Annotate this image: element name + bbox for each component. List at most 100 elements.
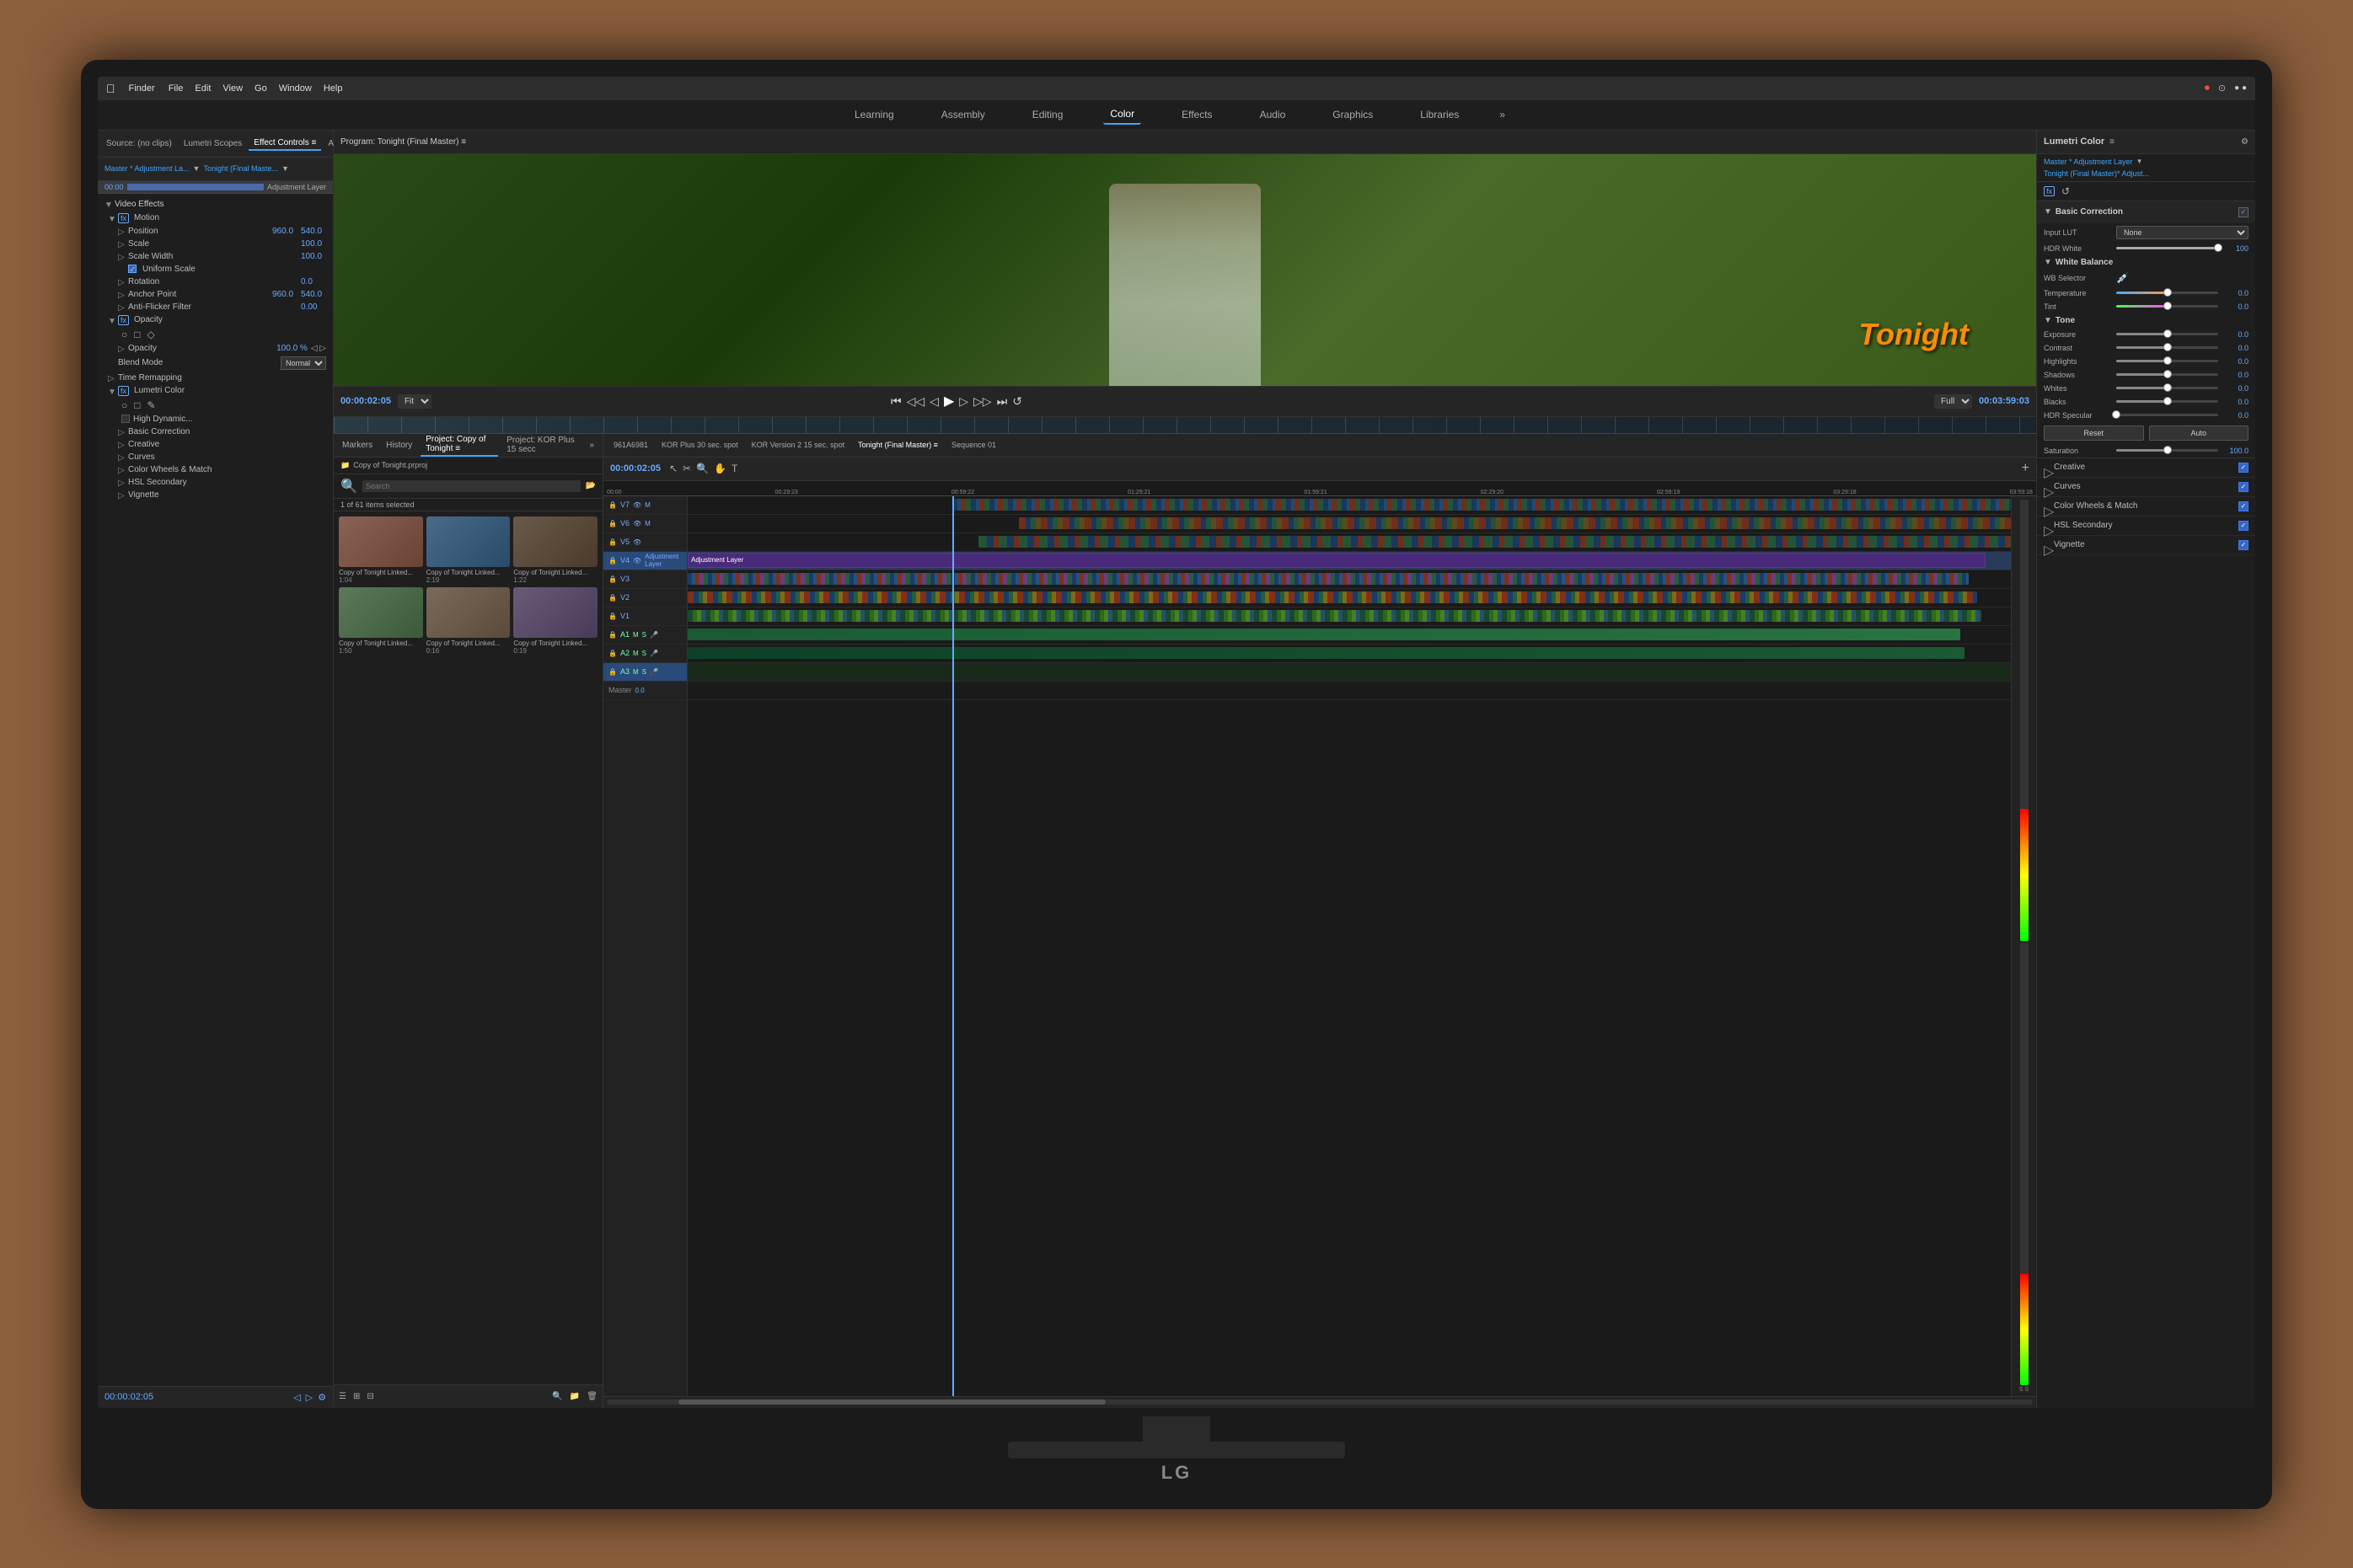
tab-graphics[interactable]: Graphics (1326, 105, 1380, 124)
v5-eye[interactable]: 👁 (633, 538, 641, 546)
hdr-specular-slider[interactable] (2116, 414, 2218, 416)
pm-quality-select[interactable]: Full (1934, 394, 1972, 409)
ec-vig-tri[interactable]: ▷ (118, 491, 125, 498)
high-dynamic-checkbox[interactable] (121, 415, 130, 423)
v6-mute[interactable]: M (645, 520, 651, 527)
uniform-scale-checkbox[interactable]: ✓ (128, 265, 137, 273)
menu-view[interactable]: View (222, 83, 243, 94)
tl-scroll-track[interactable] (607, 1399, 2033, 1405)
shadows-slider[interactable] (2116, 373, 2218, 376)
thumb-item-3[interactable]: Copy of Tonight Linked... 1:22 (513, 516, 598, 584)
position-val1[interactable]: 960.0 (272, 227, 297, 236)
lumetri-menu-icon[interactable]: ≡ (2109, 137, 2114, 147)
hsl-section[interactable]: ▷ HSL Secondary (2037, 516, 2255, 536)
lc-sequence-label[interactable]: Tonight (Final Master)* Adjust... (2044, 169, 2149, 178)
curves-enabled[interactable] (2238, 482, 2248, 492)
v3-lock[interactable]: 🔒 (608, 575, 617, 583)
highlights-thumb[interactable] (2163, 356, 2172, 365)
a2-mute[interactable]: M (633, 650, 639, 657)
tab-audio[interactable]: Audio (1253, 105, 1293, 124)
hsl-enabled[interactable] (2238, 521, 2248, 531)
hdr-specular-thumb[interactable] (2112, 410, 2120, 419)
proj-new-bin[interactable]: 🔍 (552, 1392, 562, 1401)
adjustment-layer-clip[interactable]: Adjustment Layer (688, 553, 1986, 568)
proj-grid-icon[interactable]: ⊞ (353, 1392, 360, 1401)
ve-collapse-icon[interactable]: ▼ (105, 201, 111, 207)
cw-enabled[interactable] (2238, 501, 2248, 511)
creative-section[interactable]: ▷ Creative (2037, 458, 2255, 478)
menu-help[interactable]: Help (324, 83, 343, 94)
project-filename[interactable]: Copy of Tonight.prproj (353, 461, 427, 469)
bc-enabled-checkbox[interactable]: ✓ (2238, 207, 2248, 217)
blacks-slider[interactable] (2116, 400, 2218, 403)
ec-next-icon[interactable]: ▷ (306, 1392, 313, 1403)
shadows-thumb[interactable] (2163, 370, 2172, 378)
a1-mic[interactable]: 🎤 (650, 631, 658, 639)
v1-lock[interactable]: 🔒 (608, 613, 617, 620)
tl-tab-tonight[interactable]: Tonight (Final Master) ≡ (853, 439, 943, 451)
temperature-thumb[interactable] (2163, 288, 2172, 297)
tab-color[interactable]: Color (1103, 104, 1141, 125)
project-folder-icon[interactable]: 📂 (586, 481, 596, 490)
menu-file[interactable]: File (169, 83, 184, 94)
v2-lock[interactable]: 🔒 (608, 594, 617, 602)
contrast-slider[interactable] (2116, 346, 2218, 349)
ec-settings-icon[interactable]: ⚙ (318, 1392, 326, 1403)
project-search-input[interactable] (362, 480, 581, 492)
tr-tri[interactable]: ▷ (108, 374, 115, 381)
a2-solo[interactable]: S (642, 650, 646, 657)
proj-list-icon[interactable]: ☰ (339, 1392, 346, 1401)
tl-razor-tool[interactable]: ✂ (683, 463, 691, 474)
wb-eyedropper-icon[interactable]: 💉 (2116, 272, 2129, 284)
vignette-section[interactable]: ▷ Vignette (2037, 536, 2255, 555)
thumb-item-4[interactable]: Copy of Tonight Linked... 1:50 (339, 587, 423, 655)
loop-btn[interactable]: ↺ (1012, 394, 1022, 409)
thumb-item-6[interactable]: Copy of Tonight Linked... 0:19 (513, 587, 598, 655)
tab-effects[interactable]: Effects (1175, 105, 1219, 124)
v4-lock[interactable]: 🔒 (608, 557, 617, 565)
input-lut-select[interactable]: None (2116, 226, 2248, 239)
position-val2[interactable]: 540.0 (301, 227, 326, 236)
scale-width-val[interactable]: 100.0 (301, 252, 326, 261)
anchor-point-val2[interactable]: 540.0 (301, 290, 326, 299)
hdr-white-thumb[interactable] (2214, 243, 2222, 252)
lumetri-settings-icon[interactable]: ⚙ (2241, 137, 2248, 147)
v4-eye[interactable]: 👁 (633, 557, 641, 565)
tab-lumetri-scopes[interactable]: Lumetri Scopes (179, 137, 247, 150)
tl-tab-kor15[interactable]: KOR Version 2 15 sec. spot (747, 439, 850, 451)
vignette-enabled[interactable] (2238, 540, 2248, 550)
color-wheels-section[interactable]: ▷ Color Wheels & Match (2037, 497, 2255, 516)
basic-correction-header[interactable]: ▼ Basic Correction ✓ (2037, 201, 2255, 223)
tab-project-copy[interactable]: Project: Copy of Tonight ≡ (421, 433, 498, 457)
thumb-item-2[interactable]: Copy of Tonight Linked... 2:19 (426, 516, 511, 584)
v7-lock[interactable]: 🔒 (608, 501, 617, 509)
whites-thumb[interactable] (2163, 383, 2172, 392)
ec-cr-tri[interactable]: ▷ (118, 441, 125, 447)
tab-project-kor[interactable]: Project: KOR Plus 15 secc (501, 434, 581, 456)
tl-tab-seq01[interactable]: Sequence 01 (946, 439, 1001, 451)
play-btn[interactable]: ▶ (944, 393, 954, 409)
lc-master-label[interactable]: Master * Adjustment Layer (2044, 158, 2133, 166)
tl-add-track[interactable]: + (2022, 461, 2029, 476)
hdr-white-slider[interactable] (2116, 247, 2218, 249)
v7-mute[interactable]: M (645, 501, 651, 509)
workspace-more-icon[interactable]: » (1499, 109, 1505, 120)
a1-lock[interactable]: 🔒 (608, 631, 617, 639)
step-back-btn[interactable]: ◁◁ (907, 394, 925, 409)
curves-section[interactable]: ▷ Curves (2037, 478, 2255, 497)
a1-solo[interactable]: S (642, 631, 646, 639)
saturation-slider[interactable] (2116, 449, 2218, 452)
motion-collapse-icon[interactable]: ▼ (108, 215, 115, 222)
thumb-item-1[interactable]: Copy of Tonight Linked... 1:04 (339, 516, 423, 584)
creative-enabled[interactable] (2238, 463, 2248, 473)
a3-lock[interactable]: 🔒 (608, 668, 617, 676)
v6-eye[interactable]: 👁 (633, 520, 641, 527)
exposure-thumb[interactable] (2163, 329, 2172, 338)
menu-window[interactable]: Window (279, 83, 312, 94)
tl-tab-kor30[interactable]: KOR Plus 30 sec. spot (657, 439, 743, 451)
a2-lock[interactable]: 🔒 (608, 650, 617, 657)
tl-tab-961[interactable]: 961A6981 (608, 439, 653, 451)
scale-val[interactable]: 100.0 (301, 239, 326, 249)
tl-scroll-thumb[interactable] (678, 1399, 1107, 1405)
tab-effect-controls[interactable]: Effect Controls ≡ (249, 136, 321, 151)
